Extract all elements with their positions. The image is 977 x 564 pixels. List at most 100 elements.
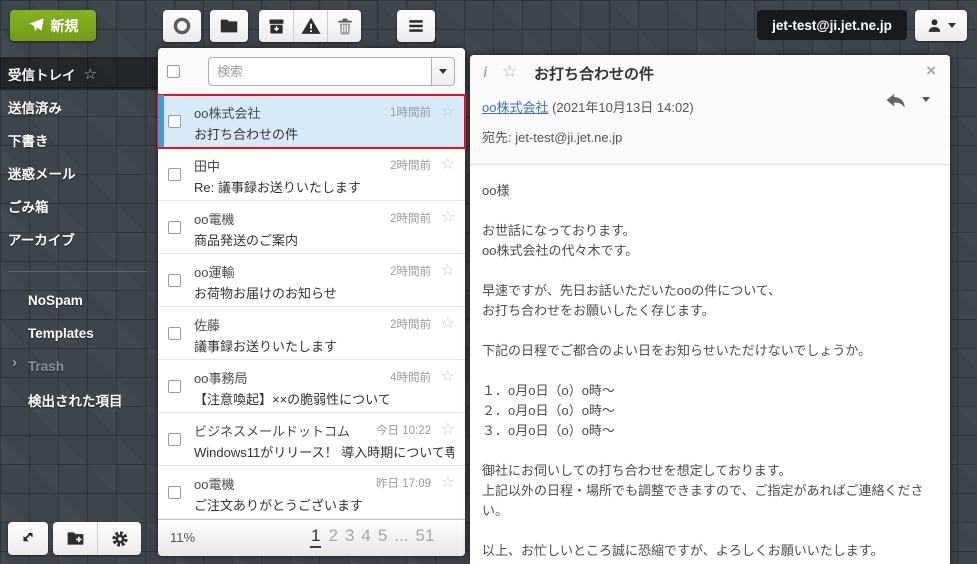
mark-spam-button[interactable] [293,10,327,42]
page-number[interactable]: 5 [378,526,387,548]
page-number[interactable]: 3 [345,526,354,548]
message-subject: お荷物お届けのお知らせ [194,286,337,301]
quota-indicator: 11% [170,530,196,545]
message-list-item[interactable]: oo電機 ご注文ありがとうございます 昨日 17:09 ☆ [158,466,465,519]
sidebar-extra-folder-item[interactable]: Templates [0,317,157,350]
message-sender: oo電機 [194,477,235,492]
star-icon[interactable]: ☆ [441,154,455,174]
message-checkbox[interactable] [168,433,181,446]
search-input[interactable] [208,57,431,86]
star-icon[interactable]: ☆ [441,472,455,492]
search-options-button[interactable] [431,57,455,86]
folder-label: 送信済み [8,100,62,116]
message-time: 4時間前 [390,372,431,384]
page-number[interactable]: 1 [310,526,322,548]
message-time: 2時間前 [390,266,431,278]
sidebar-folder-item[interactable]: 下書き [0,123,157,156]
pagination: 1 2 3 4 5... 51 [310,526,434,548]
webmail-app: 新規 jet-test@ji.jet.ne.jp 受信トレイ ☆ 送信済み 下書… [0,0,977,564]
message-sender: 田中 [194,159,221,174]
message-checkbox[interactable] [168,380,181,393]
message-subject: 議事録お送りいたします [194,339,338,354]
message-list-panel: oo株式会社 お打ち合わせの件 1時間前 ☆ 田中 Re: 議事録お送りいたしま… [157,48,466,556]
star-icon[interactable]: ☆ [84,65,97,83]
reading-pane-header: i ☆ お打ち合わせの件 × oo株式会社 (2021年10月13日 14:02… [470,55,950,165]
folder-label: Trash [28,359,65,374]
message-checkbox[interactable] [168,486,181,499]
sidebar-extra-folder-item[interactable]: 検出された項目 [0,383,157,416]
folder-label: 検出された項目 [28,393,123,409]
message-rows: oo株式会社 お打ち合わせの件 1時間前 ☆ 田中 Re: 議事録お送りいたしま… [157,94,466,519]
sidebar-extra-folder-item[interactable]: NoSpam [0,284,157,317]
message-subject: Windows11がリリース！ 導入時期について専... [194,445,454,460]
message-checkbox[interactable] [168,327,181,340]
message-sender: ビジネスメールドットコム [194,424,351,439]
select-all-checkbox[interactable] [167,65,180,78]
expand-arrow-icon[interactable]: › [12,354,17,371]
add-folder-button[interactable] [53,522,97,555]
star-icon[interactable]: ☆ [441,207,455,227]
refresh-button[interactable] [163,10,201,42]
sidebar-folder-item[interactable]: 受信トレイ ☆ [0,57,157,90]
chevron-down-icon [439,69,447,74]
compose-button[interactable]: 新規 [10,10,96,41]
message-list-item[interactable]: oo電機 商品発送のご案内 2時間前 ☆ [158,201,465,254]
paper-plane-icon [28,18,44,32]
page-number[interactable]: 51 [416,526,435,548]
message-date: (2021年10月13日 14:02) [552,100,694,115]
message-time: 今日 10:22 [376,425,431,437]
folder-label: アーカイブ [8,232,75,248]
sender-link[interactable]: oo株式会社 [482,100,548,115]
message-list-item[interactable]: oo運輸 お荷物お届けのお知らせ 2時間前 ☆ [158,254,465,307]
folder-label: 受信トレイ [8,67,76,83]
message-subject: Re: 議事録お送りいたします [194,180,361,195]
star-icon[interactable]: ☆ [441,313,455,333]
message-checkbox[interactable] [168,274,181,287]
person-icon [928,19,941,32]
sidebar-divider [8,271,147,272]
reply-button[interactable] [885,93,908,110]
message-list-item[interactable]: ビジネスメールドットコム Windows11がリリース！ 導入時期について専..… [158,413,465,466]
message-list-item[interactable]: 田中 Re: 議事録お送りいたします 2時間前 ☆ [158,148,465,201]
move-to-folder-button[interactable] [210,10,248,42]
star-icon[interactable]: ☆ [441,419,455,439]
sidebar-folder-item[interactable]: 送信済み [0,90,157,123]
archive-button[interactable] [259,10,293,42]
message-subject: ご注文ありがとうございます [194,498,364,513]
list-footer: 11% 1 2 3 4 5... 51 [158,519,465,556]
user-menu-button[interactable] [915,10,967,41]
page-number[interactable]: ... [394,526,408,548]
star-icon[interactable]: ☆ [441,101,455,121]
sidebar-folder-item[interactable]: アーカイブ [0,222,157,255]
message-checkbox[interactable] [168,115,181,128]
folder-label: 下書き [8,133,49,149]
folder-label: NoSpam [28,293,83,308]
ring-icon [173,17,191,35]
message-list-item[interactable]: oo事務局 【注意喚起】××の脆弱性について 4時間前 ☆ [158,360,465,413]
collapse-sidebar-button[interactable] [8,522,48,555]
message-sender: 佐藤 [194,318,221,333]
to-line: 宛先: jet-test@ji.jet.ne.jp [482,130,623,145]
star-icon[interactable]: ☆ [441,260,455,280]
reply-options-button[interactable] [922,97,930,120]
close-icon[interactable]: × [926,61,936,81]
sidebar-folder-item[interactable]: 迷惑メール [0,156,157,189]
more-actions-button[interactable] [397,10,435,42]
reply-arrow-icon [886,93,905,108]
page-number[interactable]: 2 [328,526,337,548]
delete-button[interactable] [327,10,361,42]
star-icon[interactable]: ☆ [502,62,517,82]
info-icon[interactable]: i [483,64,487,82]
sidebar-folder-item[interactable]: ごみ箱 [0,189,157,222]
folder-settings-button[interactable] [97,522,141,555]
from-line: oo株式会社 (2021年10月13日 14:02) [482,97,694,116]
mail-action-group [259,10,361,42]
page-number[interactable]: 4 [361,526,370,548]
message-sender: oo株式会社 [194,106,261,121]
message-list-item[interactable]: oo株式会社 お打ち合わせの件 1時間前 ☆ [157,94,466,149]
message-checkbox[interactable] [168,168,181,181]
message-list-item[interactable]: 佐藤 議事録お送りいたします 2時間前 ☆ [158,307,465,360]
star-icon[interactable]: ☆ [441,366,455,386]
sidebar-extra-folder-item[interactable]: › Trash [0,350,157,383]
message-checkbox[interactable] [168,221,181,234]
